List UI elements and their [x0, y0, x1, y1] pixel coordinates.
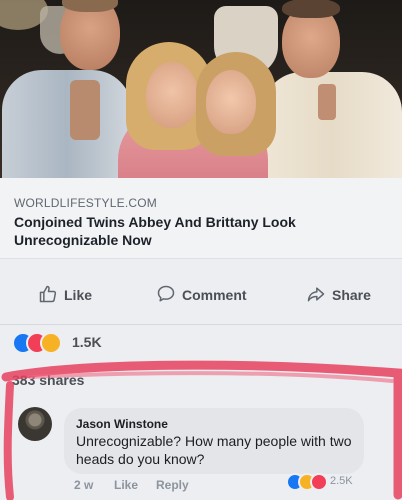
- link-domain: WORLDLIFESTYLE.COM: [14, 196, 157, 210]
- comment-reply-link[interactable]: Reply: [156, 478, 189, 492]
- comment-text: Unrecognizable? How many people with two…: [76, 433, 352, 467]
- speech-bubble-icon: [156, 284, 176, 307]
- reaction-count: 1.5K: [72, 334, 102, 350]
- wow-icon: [40, 332, 62, 354]
- comment-author[interactable]: Jason Winstone: [76, 417, 168, 431]
- shares-count[interactable]: 383 shares: [12, 372, 84, 388]
- commenter-avatar[interactable]: [18, 407, 52, 441]
- comment-button[interactable]: Comment: [156, 284, 247, 306]
- like-label: Like: [64, 287, 93, 303]
- like-button[interactable]: Like: [38, 284, 92, 306]
- comment-bubble: Jason Winstone Unrecognizable? How many …: [64, 408, 364, 474]
- comment-label: Comment: [182, 287, 247, 303]
- post-photo[interactable]: [0, 0, 402, 178]
- share-arrow-icon: [306, 284, 326, 307]
- share-label: Share: [332, 287, 371, 303]
- reactions-summary[interactable]: 1.5K: [0, 324, 402, 360]
- comment-like-link[interactable]: Like: [114, 478, 138, 492]
- share-button[interactable]: Share: [306, 284, 371, 306]
- comment-reaction-count: 2.5K: [330, 475, 353, 487]
- link-preview[interactable]: WORLDLIFESTYLE.COM Conjoined Twins Abbey…: [0, 178, 402, 259]
- post-actions: Like Comment Share: [0, 266, 402, 325]
- reaction-icons: [12, 332, 72, 354]
- comment-time: 2 w: [74, 478, 94, 492]
- link-headline[interactable]: Conjoined Twins Abbey And Brittany Look …: [14, 213, 374, 249]
- comment-reactions[interactable]: 2.5K: [286, 473, 376, 491]
- love-icon: [310, 473, 328, 491]
- thumbs-up-icon: [38, 284, 58, 307]
